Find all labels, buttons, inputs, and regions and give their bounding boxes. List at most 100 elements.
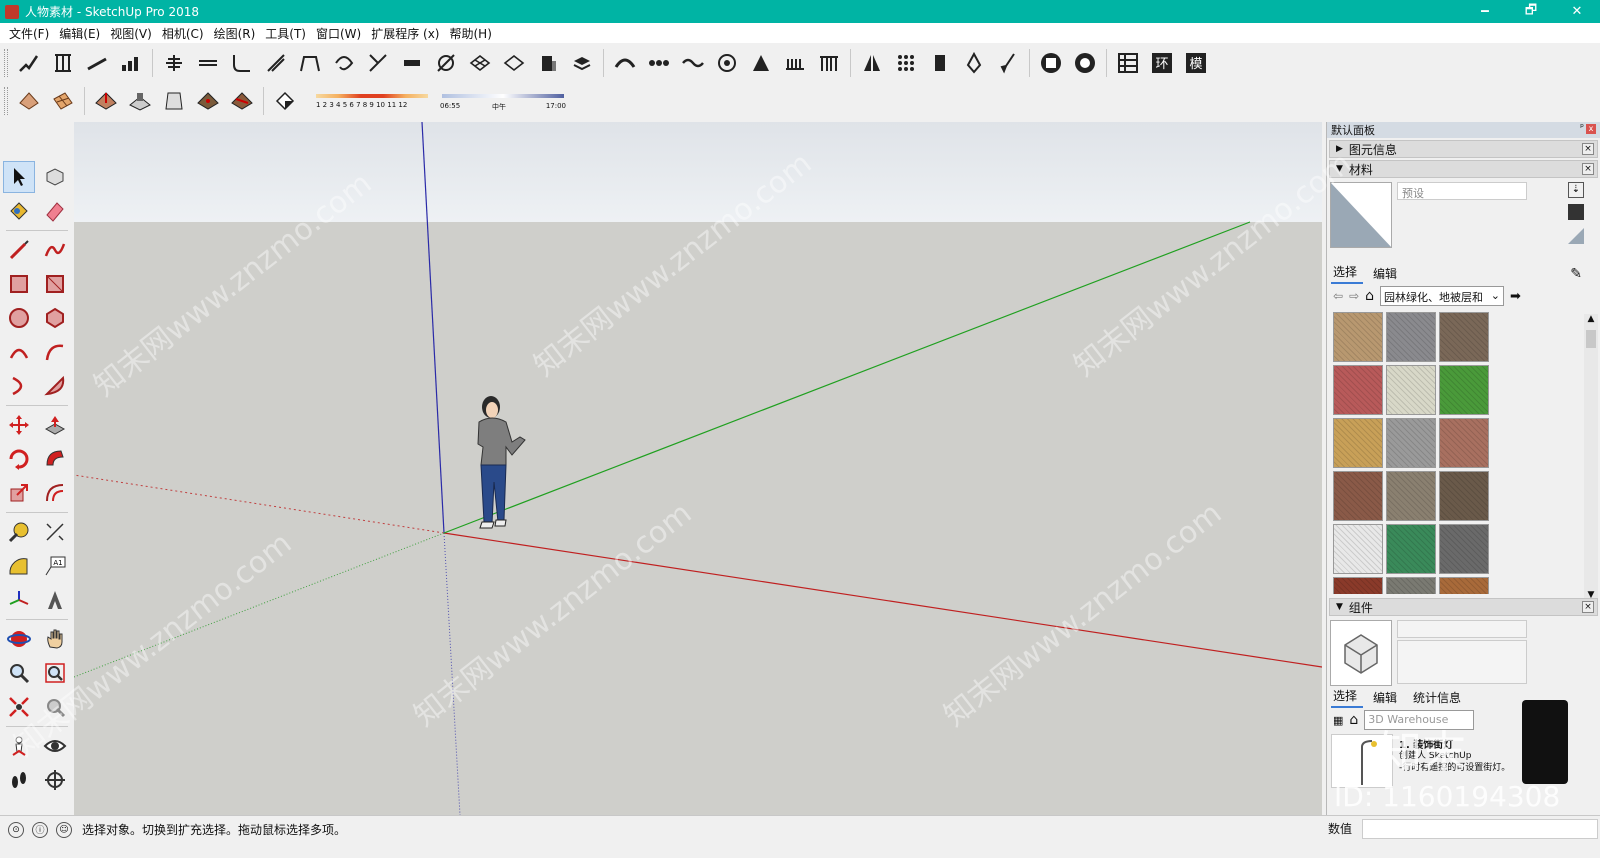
geolocation-icon[interactable]: ⊙ <box>8 821 24 838</box>
polygon-tool-icon[interactable] <box>39 302 71 334</box>
section-plane-icon[interactable] <box>39 764 71 796</box>
previous-view-icon[interactable] <box>39 691 71 723</box>
round-edge-icon[interactable] <box>610 48 640 78</box>
menu-edit[interactable]: 编辑(E) <box>54 25 105 42</box>
line-tool-icon[interactable] <box>3 234 35 266</box>
dots-chain-icon[interactable] <box>644 48 674 78</box>
menu-draw[interactable]: 绘图(R) <box>209 25 261 42</box>
material-swatch[interactable] <box>1386 524 1436 574</box>
rectangle-tool-icon[interactable] <box>3 268 35 300</box>
materials-header[interactable]: ▼ 材料 × <box>1329 160 1598 178</box>
material-swatch[interactable] <box>1333 577 1383 594</box>
material-collection-select[interactable]: 园林绿化、地被层和 ⌄ <box>1380 286 1505 306</box>
details-arrow-icon[interactable]: ➡ <box>1510 289 1521 304</box>
select-tool-icon[interactable] <box>3 161 35 193</box>
comb-icon[interactable] <box>780 48 810 78</box>
material-swatch[interactable] <box>1439 312 1489 362</box>
building-icon[interactable] <box>533 48 563 78</box>
sail-icon[interactable] <box>746 48 776 78</box>
measurements-input[interactable] <box>1362 819 1598 839</box>
arc-tool-icon[interactable] <box>3 336 35 368</box>
path-icon[interactable] <box>431 48 461 78</box>
entity-info-header[interactable]: ▶ 图元信息 × <box>1329 140 1598 158</box>
sample-paint-icon[interactable] <box>1568 228 1584 244</box>
tab-material-select[interactable]: 选择 <box>1331 263 1364 284</box>
material-name-field[interactable]: 预设 <box>1397 182 1527 200</box>
material-swatch[interactable] <box>1333 365 1383 415</box>
railing-plugin-icon[interactable] <box>48 48 78 78</box>
stairs-plugin-icon[interactable] <box>14 48 44 78</box>
material-swatch[interactable] <box>1439 524 1489 574</box>
components-header[interactable]: ▼ 组件 × <box>1329 598 1598 616</box>
pan-tool-icon[interactable] <box>39 623 71 655</box>
view-options-icon[interactable]: ▦ <box>1333 714 1343 727</box>
month-slider[interactable]: 1 2 3 4 5 6 7 8 9 10 11 12 <box>312 89 432 113</box>
scale-tool-icon[interactable] <box>3 477 35 509</box>
model-info-icon[interactable] <box>1036 48 1066 78</box>
menu-file[interactable]: 文件(F) <box>4 25 54 42</box>
material-swatch[interactable] <box>1386 577 1436 594</box>
push-pull-icon[interactable] <box>39 409 71 441</box>
menu-tools[interactable]: 工具(T) <box>260 25 311 42</box>
tab-component-select[interactable]: 选择 <box>1331 687 1364 708</box>
restore-button[interactable]: 🗗 <box>1508 0 1554 23</box>
entity-info-close-icon[interactable]: × <box>1582 143 1594 155</box>
two-point-arc-icon[interactable] <box>39 336 71 368</box>
materials-close-icon[interactable]: × <box>1582 163 1594 175</box>
menu-window[interactable]: 窗口(W) <box>311 25 366 42</box>
material-swatch[interactable] <box>1439 577 1489 594</box>
offset-tool-icon[interactable] <box>39 477 71 509</box>
array-icon[interactable] <box>891 48 921 78</box>
home-icon[interactable]: ⌂ <box>1365 288 1374 304</box>
extend-lines-icon[interactable] <box>261 48 291 78</box>
pin-icon[interactable]: ᵖ <box>1580 123 1584 133</box>
material-swatch[interactable] <box>1333 312 1383 362</box>
position-camera-icon[interactable] <box>3 730 35 762</box>
user-account-icon[interactable]: ☺ <box>56 821 72 838</box>
material-swatch[interactable] <box>1386 365 1436 415</box>
default-material-icon[interactable] <box>1568 204 1584 220</box>
orbit-tool-icon[interactable] <box>3 623 35 655</box>
wave-icon[interactable] <box>678 48 708 78</box>
zoom-window-icon[interactable] <box>39 657 71 689</box>
eyedropper-icon[interactable]: ✎ <box>1570 266 1582 282</box>
material-swatch[interactable] <box>1333 418 1383 468</box>
credits-icon[interactable]: ⓘ <box>32 821 48 838</box>
offset-lines-icon[interactable] <box>193 48 223 78</box>
lock-model-icon[interactable] <box>1070 48 1100 78</box>
table-icon[interactable] <box>1113 48 1143 78</box>
sandbox-from-scratch-icon[interactable] <box>48 86 78 116</box>
spiral-icon[interactable] <box>712 48 742 78</box>
menu-view[interactable]: 视图(V) <box>105 25 157 42</box>
material-swatch[interactable] <box>1333 524 1383 574</box>
pen-nib-icon[interactable] <box>959 48 989 78</box>
brush-icon[interactable] <box>993 48 1023 78</box>
box-icon[interactable] <box>925 48 955 78</box>
modeling-viewport[interactable] <box>74 122 1322 815</box>
axes-tool-icon[interactable] <box>3 584 35 616</box>
slab-icon[interactable] <box>397 48 427 78</box>
tab-material-edit[interactable]: 编辑 <box>1371 265 1403 284</box>
protractor-icon[interactable] <box>3 550 35 582</box>
toolbar-grip[interactable] <box>4 49 8 77</box>
forward-arrow-icon[interactable]: ⇨ <box>1349 289 1359 303</box>
rotated-rectangle-icon[interactable] <box>39 268 71 300</box>
paint-bucket-icon[interactable] <box>3 195 35 227</box>
material-swatch[interactable] <box>1386 418 1436 468</box>
material-swatch[interactable] <box>1333 471 1383 521</box>
tab-component-edit[interactable]: 编辑 <box>1371 689 1403 708</box>
walk-tool-icon[interactable] <box>3 764 35 796</box>
circle-tool-icon[interactable] <box>3 302 35 334</box>
create-material-icon[interactable]: ⇣ <box>1568 182 1584 198</box>
material-swatch[interactable] <box>1439 418 1489 468</box>
minimize-button[interactable]: 🗕 <box>1462 0 1508 23</box>
menu-camera[interactable]: 相机(C) <box>157 25 209 42</box>
eraser-icon[interactable] <box>39 195 71 227</box>
grid-plane-icon[interactable] <box>465 48 495 78</box>
sandbox-from-contours-icon[interactable] <box>14 86 44 116</box>
scene-canvas[interactable] <box>74 122 1322 815</box>
menu-help[interactable]: 帮助(H) <box>444 25 496 42</box>
move-tool-icon[interactable] <box>3 409 35 441</box>
stack-icon[interactable] <box>567 48 597 78</box>
steps-plugin-icon[interactable] <box>116 48 146 78</box>
